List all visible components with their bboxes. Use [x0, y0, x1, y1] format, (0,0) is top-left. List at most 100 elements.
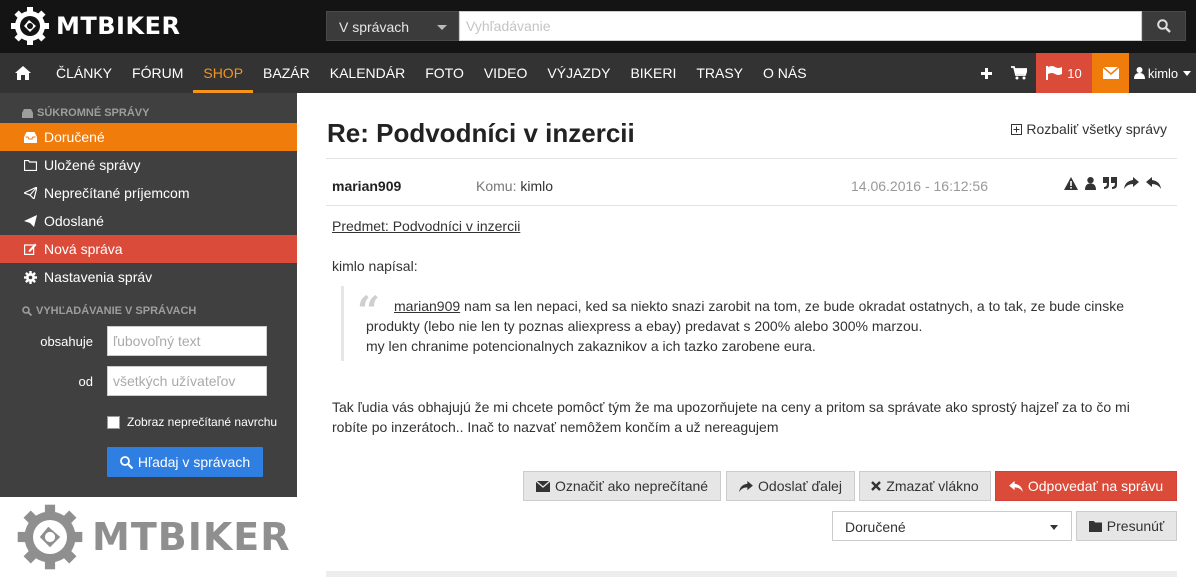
- search-scope-select[interactable]: V správach: [326, 11, 459, 41]
- reply-button[interactable]: Odpovedať na správu: [995, 471, 1177, 501]
- from-label: od: [78, 374, 93, 389]
- envelope-icon: [535, 480, 555, 492]
- nav-item-clanky[interactable]: ČLÁNKY: [46, 53, 122, 93]
- contains-input[interactable]: [107, 326, 267, 356]
- search-icon: [1157, 19, 1171, 33]
- paper-plane-icon: [24, 187, 44, 199]
- divider: [326, 205, 1177, 206]
- edit-icon: [24, 243, 44, 255]
- nav-item-bazar[interactable]: BAZÁR: [253, 53, 320, 93]
- main-nav: ČLÁNKY FÓRUM SHOP BAZÁR KALENDÁR FOTO VI…: [0, 53, 1196, 93]
- quote-user-link[interactable]: marian909: [394, 298, 460, 314]
- page-title: Re: Podvodníci v inzercii: [327, 118, 635, 148]
- nav-item-trasy[interactable]: TRASY: [686, 53, 753, 93]
- search-messages-label: Hľadaj v správach: [137, 454, 251, 470]
- plus-square-icon: [1011, 123, 1026, 135]
- forward-button[interactable]: Odoslať ďalej: [726, 471, 855, 501]
- nav-item-vyjazdy[interactable]: VÝJAZDY: [537, 53, 620, 93]
- close-icon: [871, 481, 886, 491]
- sidebar-item-label: Nová správa: [44, 241, 123, 257]
- footer-brand-name: MTBIKER: [92, 515, 291, 559]
- search-icon: [22, 306, 32, 316]
- footer-brand-logo: MTBIKER: [0, 497, 297, 577]
- nav-item-kalendar[interactable]: KALENDÁR: [320, 53, 415, 93]
- sidebar-item-new-message[interactable]: Nová správa: [0, 235, 297, 263]
- message-subject: Predmet: Podvodníci v inzercii: [332, 218, 521, 234]
- brand-name: MTBIKER: [56, 12, 181, 40]
- reply-icon[interactable]: [1146, 177, 1161, 190]
- sidebar-item-unread-by-recipient[interactable]: Neprečítané príjemcom: [0, 179, 297, 207]
- unread-first-checkbox[interactable]: [107, 416, 120, 429]
- from-input[interactable]: [107, 366, 267, 396]
- sidebar-item-label: Neprečítané príjemcom: [44, 185, 190, 201]
- recipient-user[interactable]: kimlo: [520, 178, 553, 194]
- quote-icon[interactable]: [1103, 177, 1117, 190]
- message-date: 14.06.2016 - 16:12:56: [851, 178, 989, 194]
- message-actions: [1064, 177, 1161, 190]
- folder-select[interactable]: Doručené: [832, 511, 1072, 541]
- nav-right: 10 kimlo: [970, 53, 1196, 93]
- nav-item-video[interactable]: VIDEO: [474, 53, 538, 93]
- chevron-down-icon: [1183, 70, 1192, 76]
- nav-item-shop[interactable]: SHOP: [193, 53, 253, 93]
- user-icon: [1133, 67, 1145, 79]
- notifications-button[interactable]: 10: [1036, 53, 1092, 93]
- delete-thread-button[interactable]: Zmazať vlákno: [859, 471, 991, 501]
- cart-button[interactable]: [1002, 53, 1036, 93]
- search-section-title: VYHĽADÁVANIE V SPRÁVACH: [22, 305, 196, 317]
- warning-icon[interactable]: [1064, 177, 1078, 190]
- sidebar-item-saved[interactable]: Uložené správy: [0, 151, 297, 179]
- quote-text: marian909 nam sa len nepaci, ked sa niek…: [366, 296, 1146, 356]
- reply-icon: [1009, 480, 1028, 492]
- nav-item-o-nas[interactable]: O NÁS: [753, 53, 817, 93]
- nav-item-bikeri[interactable]: BIKERI: [620, 53, 686, 93]
- sidebar-item-label: Nastavenia správ: [44, 269, 153, 285]
- search-scope-value: V správach: [339, 19, 410, 35]
- chevron-down-icon: [1050, 525, 1058, 530]
- sidebar-item-settings[interactable]: Nastavenia správ: [0, 263, 297, 291]
- gear-logo-icon: [16, 503, 84, 571]
- move-label: Presunúť: [1106, 518, 1165, 534]
- move-button[interactable]: Presunúť: [1076, 511, 1177, 541]
- envelope-icon: [1102, 67, 1119, 79]
- home-icon: [15, 66, 31, 80]
- home-link[interactable]: [0, 53, 46, 93]
- add-button[interactable]: [970, 53, 1002, 93]
- folder-icon: [1088, 520, 1107, 532]
- sidebar-item-label: Uložené správy: [44, 157, 141, 173]
- message-sender[interactable]: marian909: [332, 178, 401, 194]
- plus-icon: [980, 67, 992, 79]
- mark-unread-button[interactable]: Označiť ako neprečítané: [523, 471, 721, 501]
- message-recipient: Komu: kimlo: [476, 178, 553, 194]
- chevron-down-icon: [437, 25, 447, 30]
- flag-icon: [1046, 66, 1063, 80]
- delete-thread-label: Zmazať vlákno: [886, 478, 979, 494]
- quoted-message: “ marian909 nam sa len nepaci, ked sa ni…: [341, 286, 1151, 361]
- search-messages-button[interactable]: Hľadaj v správach: [107, 447, 263, 477]
- nav-item-forum[interactable]: FÓRUM: [122, 53, 193, 93]
- sidebar-item-inbox[interactable]: Doručené: [0, 123, 297, 151]
- quote-line-1: nam sa len nepaci, ked sa niekto snazi z…: [366, 298, 1124, 334]
- sidebar-item-label: Odoslané: [44, 213, 104, 229]
- cart-icon: [1011, 66, 1027, 80]
- quote-line-2: my len chranime potencionalnych zakaznik…: [366, 338, 816, 354]
- sidebar-item-label: Doručené: [44, 129, 105, 145]
- divider: [326, 158, 1177, 159]
- nav-item-foto[interactable]: FOTO: [415, 53, 474, 93]
- brand-logo[interactable]: MTBIKER: [10, 6, 180, 46]
- sidebar-item-sent[interactable]: Odoslané: [0, 207, 297, 235]
- messages-button[interactable]: [1092, 53, 1129, 93]
- quote-intro: kimlo napísal:: [332, 258, 418, 274]
- forward-icon[interactable]: [1124, 177, 1139, 190]
- contains-label: obsahuje: [40, 334, 93, 349]
- search-button[interactable]: [1142, 11, 1186, 41]
- expand-all-label: Rozbaliť všetky správy: [1026, 121, 1167, 137]
- user-menu[interactable]: kimlo: [1129, 53, 1196, 93]
- search-input[interactable]: [459, 11, 1142, 41]
- search-icon: [119, 455, 138, 469]
- inbox-icon: [22, 108, 33, 118]
- expand-all-button[interactable]: Rozbaliť všetky správy: [1011, 121, 1167, 137]
- forward-label: Odoslať ďalej: [758, 478, 842, 494]
- forward-icon: [739, 480, 758, 492]
- user-icon[interactable]: [1085, 177, 1096, 190]
